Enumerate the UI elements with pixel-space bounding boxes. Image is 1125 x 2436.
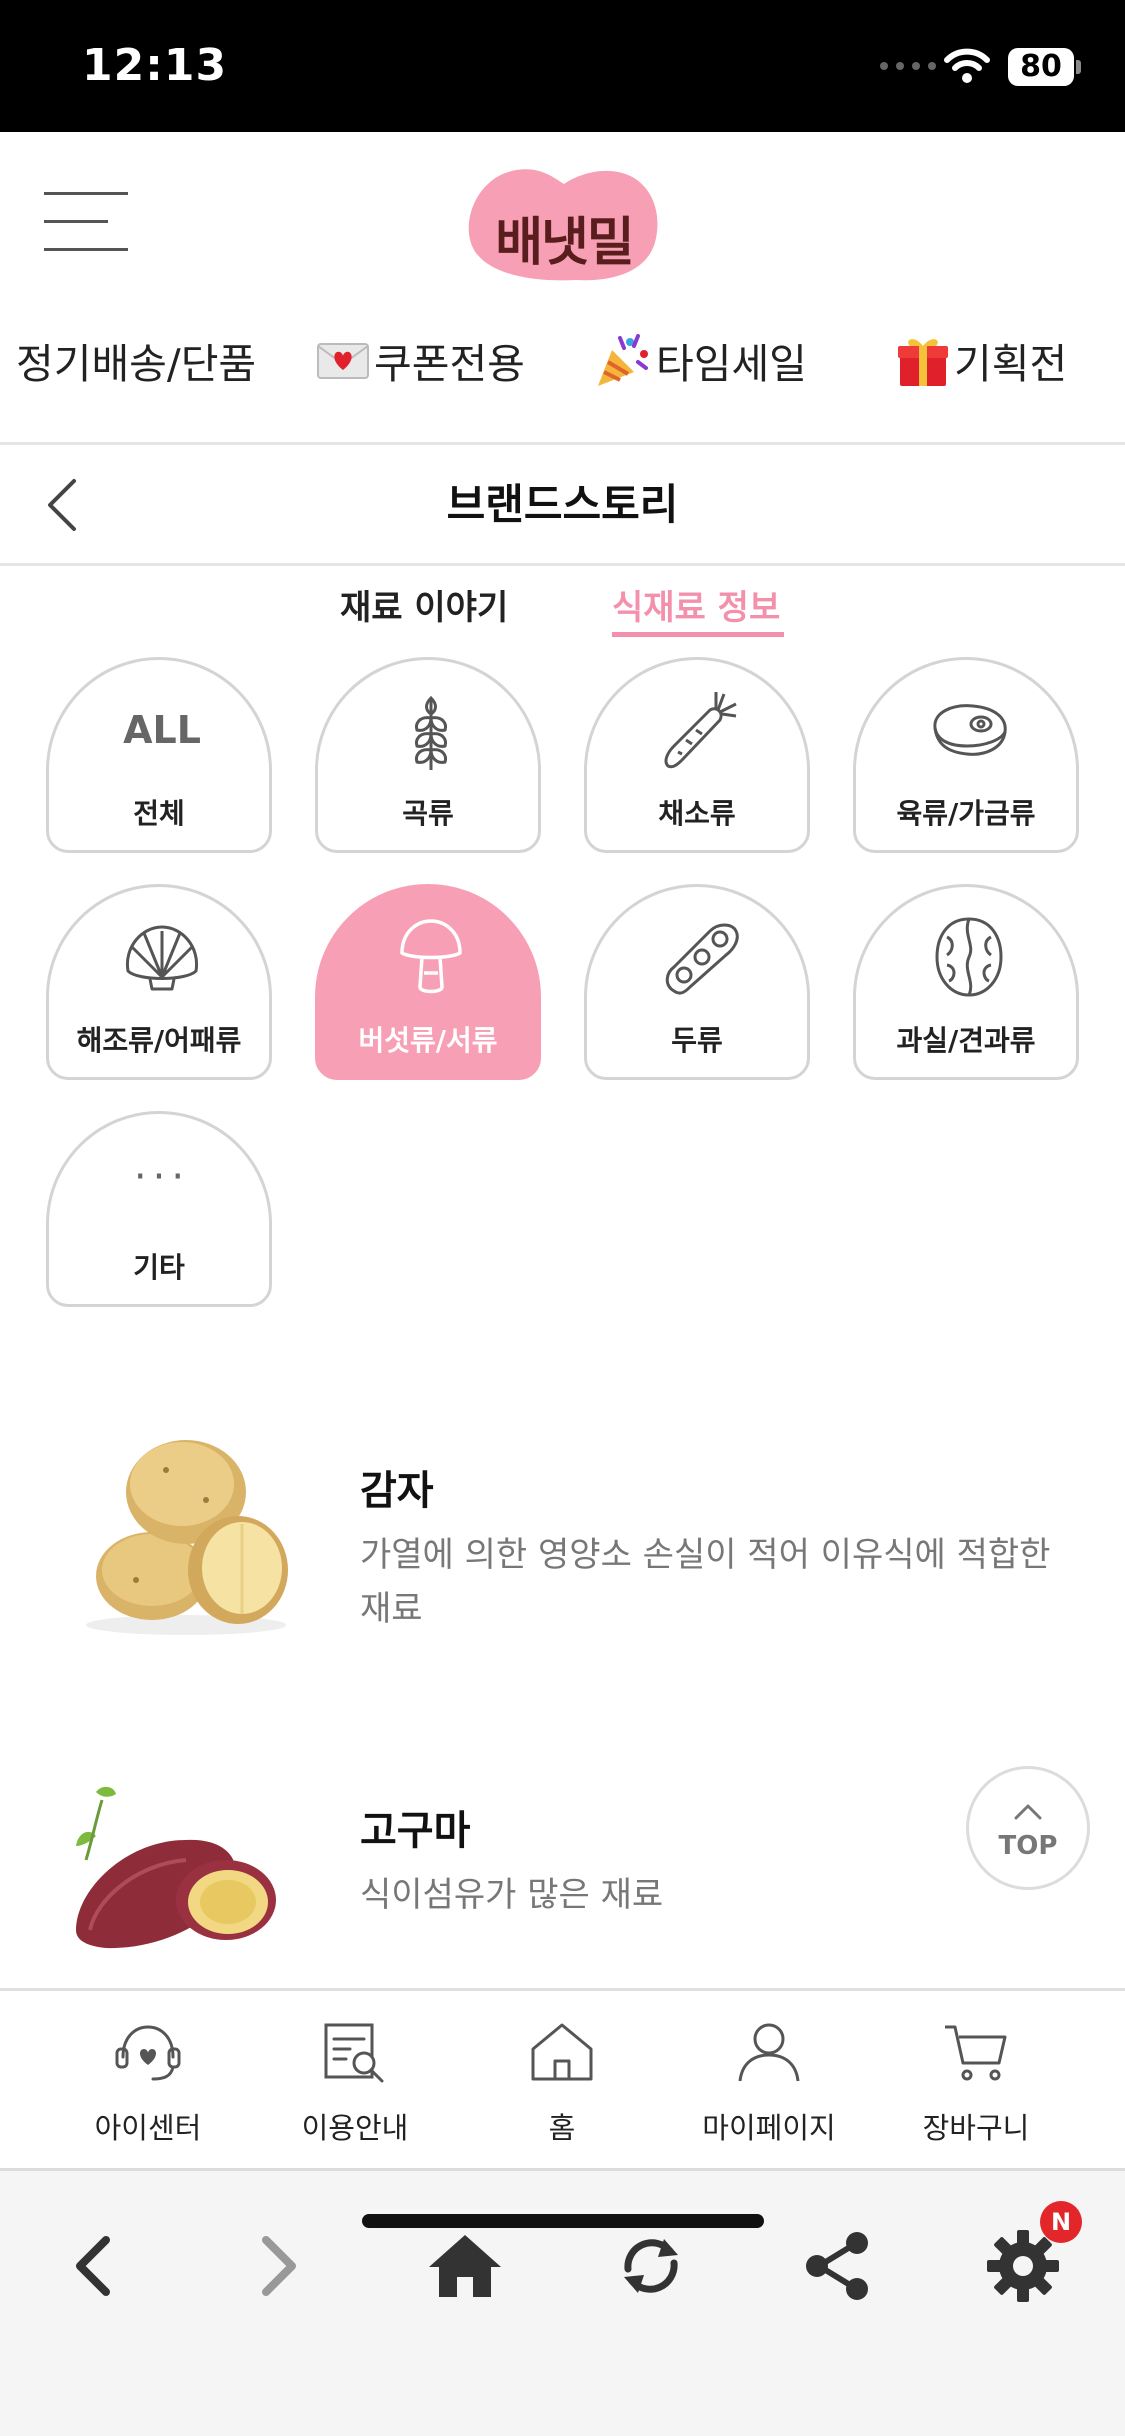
wifi-icon bbox=[944, 48, 990, 83]
nav-item-coupon[interactable]: 쿠폰전용 bbox=[316, 330, 525, 390]
logo-text: 배냇밀 bbox=[495, 213, 635, 273]
person-icon bbox=[738, 2023, 800, 2082]
tab-label: 아이센터 bbox=[94, 2111, 202, 2145]
nav-item-label: 정기배송/단품 bbox=[16, 340, 257, 388]
nav-item-label: 기획전 bbox=[954, 340, 1068, 388]
active-tab-indicator bbox=[612, 632, 784, 637]
home-icon[interactable] bbox=[420, 2221, 510, 2311]
tab-label: 마이페이지 bbox=[702, 2111, 836, 2145]
status-time: 12:13 bbox=[82, 40, 228, 91]
bean-icon bbox=[650, 915, 750, 999]
food-description: 가열에 의한 영양소 손실이 적어 이유식에 적합한 재료 bbox=[360, 1535, 1051, 1629]
category-label: 두류 bbox=[671, 1024, 723, 1057]
cellular-signal-icon bbox=[880, 62, 936, 70]
category-label: 기타 bbox=[133, 1251, 185, 1284]
category-meat[interactable]: 육류/가금류 bbox=[853, 657, 1079, 853]
back-arrow-icon[interactable] bbox=[48, 2221, 138, 2311]
chevron-up-icon bbox=[1014, 1804, 1042, 1820]
tab-label: 홈 bbox=[548, 2111, 576, 2145]
sweet-potato-image bbox=[76, 1786, 276, 1949]
all-icon: ALL bbox=[123, 708, 201, 752]
walnut-icon bbox=[919, 915, 1019, 999]
food-name: 고구마 bbox=[360, 1808, 471, 1854]
home-indicator bbox=[362, 2214, 764, 2228]
document-search-icon bbox=[324, 2023, 384, 2083]
house-outline-icon bbox=[531, 2023, 593, 2081]
category-etc[interactable]: ··· 기타 bbox=[46, 1111, 272, 1307]
category-mushrooms-tubers[interactable]: 버섯류/서류 bbox=[315, 884, 541, 1080]
category-all[interactable]: ALL 전체 bbox=[46, 657, 272, 853]
category-label: 육류/가금류 bbox=[896, 797, 1036, 830]
brand-logo[interactable]: 배냇밀 bbox=[466, 164, 662, 284]
food-name: 감자 bbox=[360, 1468, 434, 1514]
cart-icon bbox=[945, 2025, 1007, 2081]
app-tab-bar: 아이센터 이용안내 홈 마이페이지 장바구니 bbox=[0, 1988, 1125, 2168]
shell-icon bbox=[112, 915, 212, 999]
browser-toolbar: N bbox=[0, 2168, 1125, 2436]
status-bar: 12:13 80 bbox=[0, 0, 1125, 132]
hamburger-menu-icon[interactable] bbox=[44, 192, 128, 252]
love-letter-icon bbox=[317, 343, 369, 379]
tab-guide[interactable]: 이용안내 bbox=[255, 1991, 455, 2167]
tab-ingredient-info[interactable]: 식재료 정보 bbox=[612, 580, 780, 629]
nav-item-timesale[interactable]: 타임세일 bbox=[594, 330, 807, 390]
food-description: 식이섬유가 많은 재료 bbox=[360, 1875, 664, 1915]
carrot-icon bbox=[650, 688, 750, 772]
page-title: 브랜드스토리 bbox=[446, 480, 679, 529]
site-header: 배냇밀 bbox=[0, 132, 1125, 302]
page-title-bar: 브랜드스토리 bbox=[0, 445, 1125, 565]
nav-item-special[interactable]: 기획전 bbox=[896, 330, 1067, 390]
refresh-icon[interactable] bbox=[606, 2221, 696, 2311]
battery-level: 80 bbox=[1008, 48, 1074, 86]
forward-arrow-icon[interactable] bbox=[234, 2221, 324, 2311]
tab-home[interactable]: 홈 bbox=[462, 1991, 662, 2167]
category-label: 과실/견과류 bbox=[896, 1024, 1036, 1057]
tab-cart[interactable]: 장바구니 bbox=[876, 1991, 1076, 2167]
notification-badge: N bbox=[1040, 2201, 1082, 2243]
party-popper-icon bbox=[598, 334, 648, 386]
scroll-top-button[interactable]: TOP bbox=[966, 1766, 1090, 1890]
share-icon[interactable] bbox=[792, 2221, 882, 2311]
tab-icenter[interactable]: 아이센터 bbox=[48, 1991, 248, 2167]
mushroom-icon bbox=[381, 915, 481, 999]
category-seafood[interactable]: 해조류/어패류 bbox=[46, 884, 272, 1080]
category-vegetables[interactable]: 채소류 bbox=[584, 657, 810, 853]
category-beans[interactable]: 두류 bbox=[584, 884, 810, 1080]
tab-label: 이용안내 bbox=[301, 2111, 409, 2145]
meat-icon bbox=[919, 688, 1019, 772]
top-label: TOP bbox=[998, 1831, 1058, 1861]
category-nav: 정기배송/단품 쿠폰전용 타임세일 기획전 bbox=[0, 330, 1125, 400]
category-label: 버섯류/서류 bbox=[358, 1024, 498, 1057]
category-fruits-nuts[interactable]: 과실/견과류 bbox=[853, 884, 1079, 1080]
category-label: 채소류 bbox=[658, 797, 736, 830]
wheat-icon bbox=[381, 688, 481, 772]
gift-icon bbox=[898, 339, 948, 386]
category-label: 해조류/어패류 bbox=[76, 1024, 242, 1057]
tab-label: 장바구니 bbox=[922, 2111, 1030, 2145]
category-grains[interactable]: 곡류 bbox=[315, 657, 541, 853]
category-label: 곡류 bbox=[402, 797, 454, 830]
divider bbox=[0, 563, 1125, 566]
category-label: 전체 bbox=[133, 797, 185, 830]
nav-item-subscription[interactable]: 정기배송/단품 bbox=[16, 330, 256, 390]
nav-item-label: 타임세일 bbox=[656, 340, 807, 388]
nav-item-label: 쿠폰전용 bbox=[374, 340, 525, 388]
more-icon: ··· bbox=[133, 1154, 191, 1200]
potato-image bbox=[86, 1440, 288, 1635]
tab-mypage[interactable]: 마이페이지 bbox=[669, 1991, 869, 2167]
battery-tip bbox=[1076, 60, 1081, 74]
headset-heart-icon bbox=[115, 2025, 181, 2081]
tab-ingredient-story[interactable]: 재료 이야기 bbox=[340, 580, 508, 629]
